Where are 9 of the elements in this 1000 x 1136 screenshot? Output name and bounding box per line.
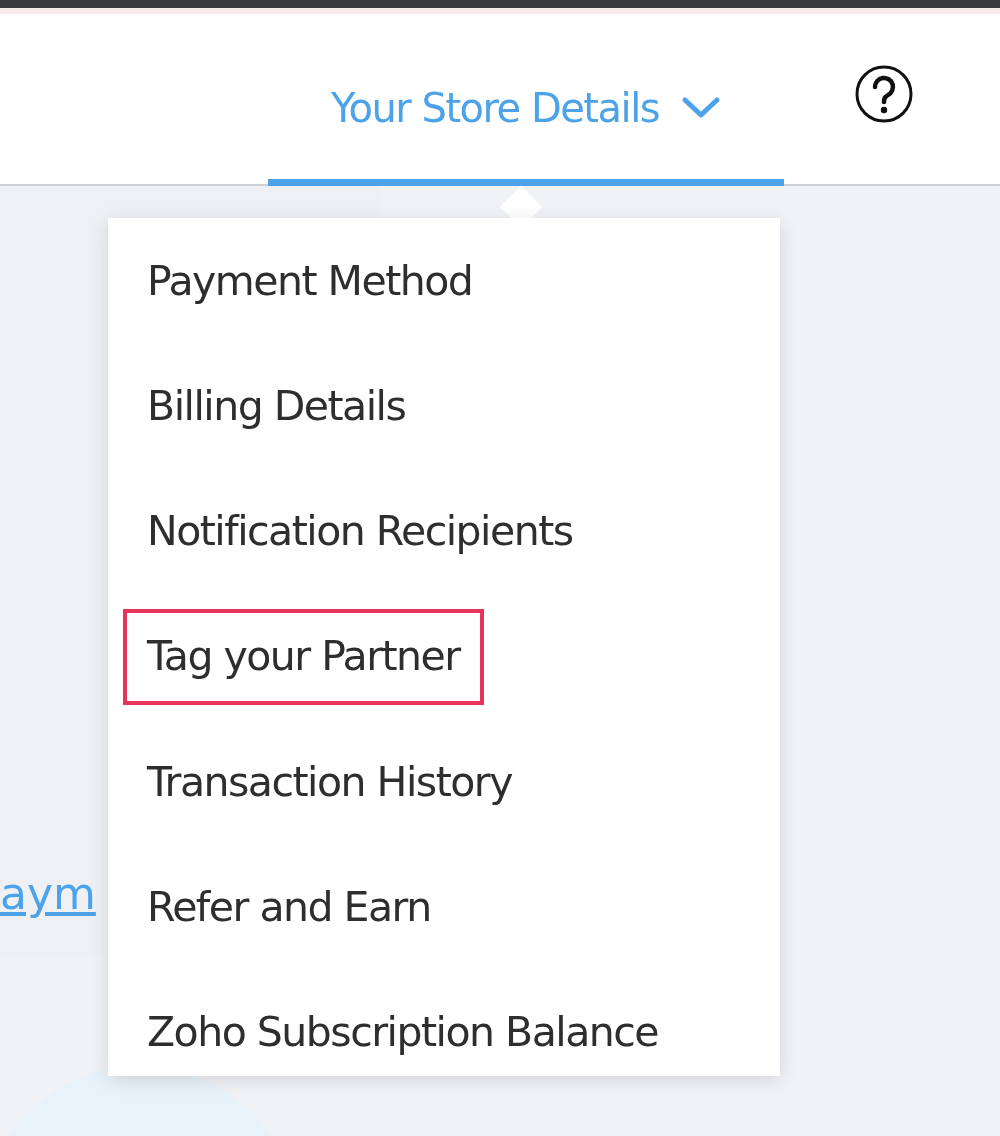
help-icon[interactable] bbox=[854, 64, 914, 124]
menu-item[interactable]: Payment Method bbox=[123, 234, 497, 330]
chevron-down-icon bbox=[681, 96, 722, 120]
menu-item[interactable]: Transaction History bbox=[123, 734, 536, 830]
menu-item[interactable]: Zoho Subscription Balance bbox=[123, 984, 683, 1080]
menu-item[interactable]: Tag your Partner bbox=[123, 609, 484, 705]
menu-item[interactable]: Billing Details bbox=[123, 359, 430, 455]
menu-item[interactable]: Refer and Earn bbox=[123, 859, 455, 955]
menu-item[interactable]: Notification Recipients bbox=[123, 484, 597, 580]
